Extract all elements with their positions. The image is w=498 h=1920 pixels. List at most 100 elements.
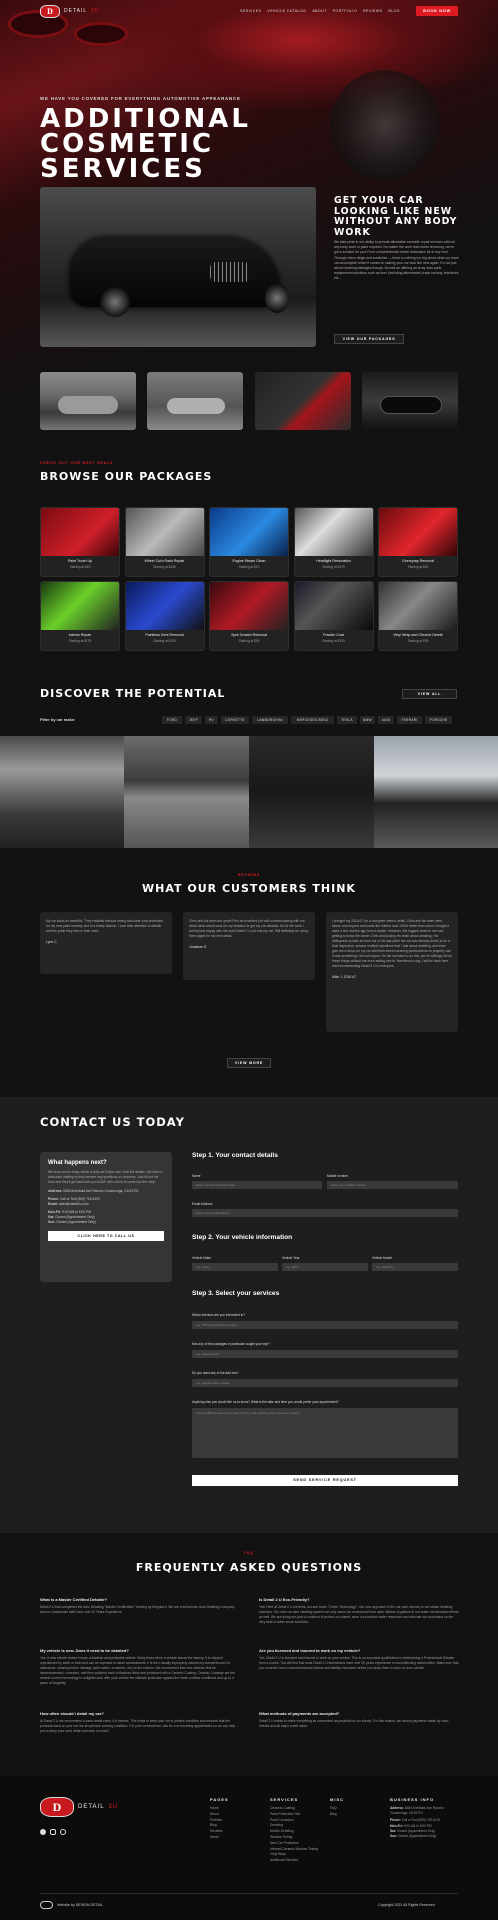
package-card[interactable]: Spot Scratch Removal Starting at $99	[209, 581, 289, 651]
footer-services-list: Ceramic Coating Paint Protection Film Pain…	[270, 1806, 330, 1864]
portfolio-image-mercedes[interactable]	[249, 736, 374, 848]
facebook-icon[interactable]	[40, 1829, 46, 1835]
filter-chip-audi[interactable]: AUDI	[378, 716, 394, 724]
filter-chip-rv[interactable]: RV	[205, 716, 218, 724]
google-icon[interactable]	[60, 1829, 66, 1835]
portfolio-strip	[0, 736, 498, 848]
call-us-button[interactable]: CLICK HERE TO CALL US	[48, 1231, 164, 1241]
footer-logo-emblem: D	[40, 1797, 74, 1817]
nav-link-vehicle-catalog[interactable]: VEHICLE CATALOG	[267, 9, 306, 13]
package-card[interactable]: Interior Repair Starting at $129	[40, 581, 120, 651]
addons-input[interactable]: e.g. Engine Steam Clean	[192, 1379, 458, 1387]
package-card[interactable]: Overspray Removal Starting at $49	[378, 507, 458, 577]
footer-service-link[interactable]: Additional Services	[270, 1858, 330, 1864]
footer-logo[interactable]: D DETAIL 2U	[40, 1797, 118, 1817]
package-card[interactable]: Headlight Restoration Starting at $179	[293, 507, 374, 577]
top-nav: D DETAIL 2U SERVICES VEHICLE CATALOG ABO…	[0, 0, 498, 22]
package-image	[41, 508, 119, 556]
gallery-thumb[interactable]	[362, 372, 458, 430]
notes-question: Anything else you would like us to know?…	[192, 1400, 339, 1404]
filter-chip-ferrari[interactable]: FERRARI	[397, 716, 422, 724]
package-card[interactable]: Paintless Dent Removal Starting at $199	[124, 581, 205, 651]
footer-business-title: BUSINESS INFO	[390, 1797, 435, 1802]
gallery-thumb[interactable]	[40, 372, 136, 430]
filter-chip-tesla[interactable]: TESLA	[337, 716, 357, 724]
package-name: Interior Repair	[68, 633, 92, 637]
package-card[interactable]: Vinyl Wrap and Chrome Delete Starting at …	[378, 581, 458, 651]
notes-textarea[interactable]: Tell us a little bit about your vision/h…	[192, 1408, 458, 1458]
view-more-reviews-button[interactable]: VIEW MORE	[227, 1058, 271, 1068]
packages-question: Has any of the packages in particular ca…	[192, 1342, 270, 1346]
footer-page-link[interactable]: Detail	[210, 1835, 229, 1841]
filter-chip-porsche[interactable]: PORSCHE	[425, 716, 452, 724]
packages-title: BROWSE OUR PACKAGES	[40, 470, 213, 483]
review-text: My car looks so beautiful. They installe…	[46, 919, 164, 933]
footer-misc-link[interactable]: Blog	[330, 1812, 344, 1818]
name-input[interactable]: Enter your first and last name	[192, 1181, 322, 1189]
send-request-button[interactable]: SEND SERVICE REQUEST	[192, 1475, 458, 1486]
nav-link-services[interactable]: SERVICES	[240, 9, 261, 13]
gallery-thumb[interactable]	[147, 372, 243, 430]
package-name: Paintless Dent Removal	[145, 633, 184, 637]
step2-heading: Step 2. Your vehicle information	[192, 1234, 293, 1241]
nav-link-blog[interactable]: BLOG	[388, 9, 400, 13]
gallery-thumb[interactable]	[255, 372, 351, 430]
filter-chip-ford[interactable]: FORD	[162, 716, 182, 724]
thumb-car	[380, 396, 442, 414]
instagram-icon[interactable]	[50, 1829, 56, 1835]
filter-chip-bmw[interactable]: BMW	[360, 716, 375, 724]
email-value[interactable]: sales@detail2u.com	[59, 1202, 89, 1206]
view-packages-button[interactable]: VIEW OUR PACKAGES	[334, 334, 404, 344]
package-name: Wheel Curb Rash Repair	[144, 559, 185, 563]
copyright: Copyright 2022 All Rights Reserved	[378, 1903, 435, 1907]
package-price: Starting at $99	[238, 638, 260, 643]
packages-eyebrow: CHECK OUT OUR BEST DEALS	[40, 461, 114, 465]
vehicle-make-input[interactable]: e.g. Tesla	[192, 1263, 278, 1271]
address-label: Address:	[48, 1189, 63, 1193]
filter-label: Filter by car make:	[40, 717, 76, 722]
car-grille	[210, 262, 250, 282]
biz-phone[interactable]: Call or Text (909) 702-6191	[402, 1818, 441, 1822]
filter-chip-corvette[interactable]: CORVETTE	[221, 716, 249, 724]
nav-link-about[interactable]: ABOUT	[312, 9, 326, 13]
package-card[interactable]: Paint Touch Up Starting at $69	[40, 507, 120, 577]
mobile-label: Mobile number	[327, 1174, 349, 1178]
hours-value: Closed (Appointment Only)	[55, 1215, 95, 1219]
website-credit[interactable]: Website by DESIGN DETAIL	[57, 1903, 103, 1907]
footer-divider	[40, 1893, 458, 1894]
hero-title: ADDITIONAL COSMETIC SERVICES	[40, 104, 251, 184]
package-card[interactable]: Wheel Curb Rash Repair Starting at $169	[124, 507, 205, 577]
footer-services-column: SERVICES Ceramic Coating Paint Protection…	[270, 1797, 330, 1864]
view-all-button[interactable]: VIEW ALL	[402, 689, 457, 699]
packages-input[interactable]: e.g. Weekend Kit	[192, 1350, 458, 1358]
nav-link-reviews[interactable]: REVIEWS	[363, 9, 382, 13]
package-card[interactable]: Engine Steam Clean Starting at $49	[209, 507, 289, 577]
footer-misc-column: MISC FAQ Blog	[330, 1797, 344, 1818]
faq-answer: At Detail 2 U we recommend a basic detai…	[40, 1719, 236, 1733]
phone-value[interactable]: Call or Text (909) 702-6191	[60, 1197, 100, 1201]
footer-pages-column: PAGES Home About Portfolio Blog Reviews Detai…	[210, 1797, 229, 1841]
email-input[interactable]: Enter your email address	[192, 1209, 458, 1217]
vehicle-model-input[interactable]: e.g. Model S	[372, 1263, 458, 1271]
mobile-input[interactable]: Enter your mobile number	[327, 1181, 458, 1189]
filter-chip-mercedes-benz[interactable]: MERCEDES-BENZ	[291, 716, 334, 724]
review-author: Mike J. 2018 A7	[332, 975, 357, 979]
portfolio-image-audi[interactable]	[374, 736, 498, 848]
biz-hours: Closed (Appointment Only)	[397, 1833, 437, 1838]
book-now-button[interactable]: BOOK NOW	[416, 6, 458, 16]
faq-question: Are you licensed and insured to work on …	[259, 1648, 361, 1653]
filter-chip-lamborghini[interactable]: LAMBORGHINI	[252, 716, 288, 724]
portfolio-image-rv[interactable]	[0, 736, 124, 848]
vehicle-year-input[interactable]: e.g. 2017	[282, 1263, 368, 1271]
contact-info-card: What happens next? We know you're busy, …	[40, 1152, 172, 1282]
package-card[interactable]: Powder Coat Starting at $139	[293, 581, 374, 651]
nav-link-portfolio[interactable]: PORTFOLIO	[333, 9, 357, 13]
design-detail-badge[interactable]	[40, 1901, 53, 1909]
logo[interactable]: D DETAIL 2U	[40, 4, 100, 18]
filter-chip-jeep[interactable]: JEEP	[185, 716, 202, 724]
hours-label: Sun:	[48, 1220, 56, 1224]
social-icons	[40, 1829, 66, 1835]
services-input[interactable]: e.g. PPF and Ceramic Coating	[192, 1321, 458, 1329]
package-name: Spot Scratch Removal	[231, 633, 267, 637]
portfolio-image-corvette[interactable]	[124, 736, 249, 848]
